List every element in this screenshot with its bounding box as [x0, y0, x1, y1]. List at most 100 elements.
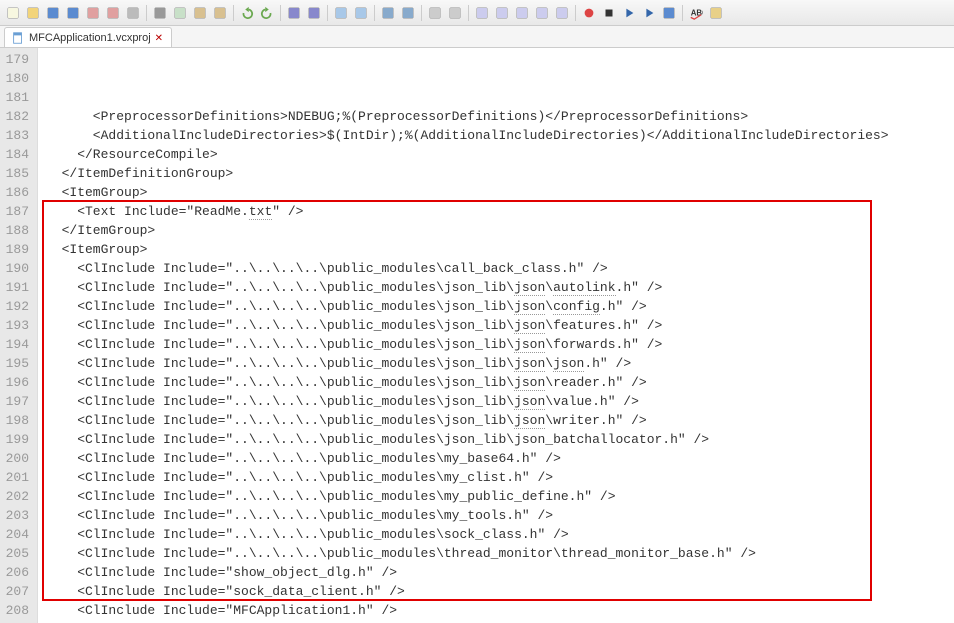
code-line[interactable]: <Text Include="ReadMe.txt" />: [46, 202, 954, 221]
close-all-icon[interactable]: [104, 4, 122, 22]
code-line[interactable]: <ClInclude Include="..\..\..\..\public_m…: [46, 487, 954, 506]
wrap-icon[interactable]: [399, 4, 417, 22]
code-line[interactable]: <PreprocessorDefinitions>NDEBUG;%(Prepro…: [46, 107, 954, 126]
code-line[interactable]: </ItemDefinitionGroup>: [46, 164, 954, 183]
toolbar-separator: [327, 5, 328, 21]
code-line[interactable]: <ClInclude Include="show_object_dlg.h" /…: [46, 563, 954, 582]
line-number: 197: [4, 392, 29, 411]
toolbar-separator: [682, 5, 683, 21]
line-number: 196: [4, 373, 29, 392]
tab-bar: MFCApplication1.vcxproj ✕: [0, 26, 954, 48]
file-tab[interactable]: MFCApplication1.vcxproj ✕: [4, 27, 172, 47]
code-line[interactable]: <AdditionalIncludeDirectories>$(IntDir);…: [46, 126, 954, 145]
fold-icon[interactable]: [493, 4, 511, 22]
line-number: 201: [4, 468, 29, 487]
cut-icon[interactable]: [151, 4, 169, 22]
zoom-out-icon[interactable]: [352, 4, 370, 22]
line-number: 195: [4, 354, 29, 373]
record-macro-icon[interactable]: [580, 4, 598, 22]
new-file-icon[interactable]: [4, 4, 22, 22]
find-icon[interactable]: [285, 4, 303, 22]
line-number: 193: [4, 316, 29, 335]
indent-icon[interactable]: [426, 4, 444, 22]
line-number: 180: [4, 69, 29, 88]
doc-icon[interactable]: [707, 4, 725, 22]
code-line[interactable]: <ClInclude Include="..\..\..\..\public_m…: [46, 392, 954, 411]
line-number: 190: [4, 259, 29, 278]
toolbar-separator: [280, 5, 281, 21]
line-number: 183: [4, 126, 29, 145]
line-number: 187: [4, 202, 29, 221]
close-icon[interactable]: [84, 4, 102, 22]
toolbar-separator: [233, 5, 234, 21]
line-number: 184: [4, 145, 29, 164]
code-line[interactable]: <ClInclude Include="..\..\..\..\public_m…: [46, 525, 954, 544]
paste-icon[interactable]: [191, 4, 209, 22]
redo-icon[interactable]: [258, 4, 276, 22]
line-number: 205: [4, 544, 29, 563]
code-line[interactable]: <ClInclude Include="..\..\..\..\public_m…: [46, 354, 954, 373]
line-number: 179: [4, 50, 29, 69]
play-macro-icon[interactable]: [620, 4, 638, 22]
unfold-all-icon[interactable]: [553, 4, 571, 22]
tab-close-icon[interactable]: ✕: [155, 33, 165, 43]
code-line[interactable]: <ClInclude Include="..\..\..\..\public_m…: [46, 468, 954, 487]
sync-icon[interactable]: [379, 4, 397, 22]
toolbar-separator: [421, 5, 422, 21]
line-number: 206: [4, 563, 29, 582]
code-line[interactable]: <ClInclude Include="sock_data_client.h" …: [46, 582, 954, 601]
code-line[interactable]: <ClInclude Include="..\..\..\..\public_m…: [46, 373, 954, 392]
code-line[interactable]: <ClInclude Include="..\..\..\..\public_m…: [46, 506, 954, 525]
code-line[interactable]: </ResourceCompile>: [46, 145, 954, 164]
line-number: 182: [4, 107, 29, 126]
line-number-gutter: 1791801811821831841851861871881891901911…: [0, 48, 38, 623]
line-number: 181: [4, 88, 29, 107]
code-line[interactable]: <ClInclude Include="..\..\..\..\public_m…: [46, 335, 954, 354]
toolbar-separator: [468, 5, 469, 21]
line-number: 203: [4, 506, 29, 525]
line-number: 208: [4, 601, 29, 620]
line-number: 189: [4, 240, 29, 259]
save-macro-icon[interactable]: [660, 4, 678, 22]
toolbar: ABC: [0, 0, 954, 26]
code-line[interactable]: <ClInclude Include="..\..\..\..\public_m…: [46, 297, 954, 316]
code-editor[interactable]: 1791801811821831841851861871881891901911…: [0, 48, 954, 623]
code-line[interactable]: <ClInclude Include="..\..\..\..\public_m…: [46, 544, 954, 563]
code-area[interactable]: <PreprocessorDefinitions>NDEBUG;%(Prepro…: [38, 48, 954, 623]
code-line[interactable]: <ClInclude Include="..\..\..\..\public_m…: [46, 430, 954, 449]
toolbar-separator: [374, 5, 375, 21]
save-icon[interactable]: [44, 4, 62, 22]
file-icon: [11, 31, 25, 45]
copy-icon[interactable]: [171, 4, 189, 22]
code-line[interactable]: <ClInclude Include="..\..\..\..\public_m…: [46, 316, 954, 335]
replace-icon[interactable]: [305, 4, 323, 22]
toolbar-separator: [575, 5, 576, 21]
line-number: 198: [4, 411, 29, 430]
code-line[interactable]: <ClInclude Include="MFCApplication1.h" /…: [46, 601, 954, 620]
print-icon[interactable]: [124, 4, 142, 22]
line-number: 202: [4, 487, 29, 506]
code-line[interactable]: <ItemGroup>: [46, 183, 954, 202]
func-list-icon[interactable]: [473, 4, 491, 22]
outdent-icon[interactable]: [446, 4, 464, 22]
line-number: 186: [4, 183, 29, 202]
code-line[interactable]: </ItemGroup>: [46, 221, 954, 240]
unfold-icon[interactable]: [513, 4, 531, 22]
undo-icon[interactable]: [238, 4, 256, 22]
fold-all-icon[interactable]: [533, 4, 551, 22]
save-all-icon[interactable]: [64, 4, 82, 22]
code-line[interactable]: <ClInclude Include="..\..\..\..\public_m…: [46, 411, 954, 430]
line-number: 188: [4, 221, 29, 240]
run-macro-icon[interactable]: [640, 4, 658, 22]
stop-macro-icon[interactable]: [600, 4, 618, 22]
clipboard-icon[interactable]: [211, 4, 229, 22]
tab-filename: MFCApplication1.vcxproj: [29, 32, 151, 44]
spellcheck-icon[interactable]: ABC: [687, 4, 705, 22]
open-file-icon[interactable]: [24, 4, 42, 22]
code-line[interactable]: <ClInclude Include="..\..\..\..\public_m…: [46, 278, 954, 297]
code-line[interactable]: <ClInclude Include="..\..\..\..\public_m…: [46, 449, 954, 468]
code-line[interactable]: <ClInclude Include="..\..\..\..\public_m…: [46, 259, 954, 278]
code-line[interactable]: <ItemGroup>: [46, 240, 954, 259]
zoom-in-icon[interactable]: [332, 4, 350, 22]
toolbar-separator: [146, 5, 147, 21]
